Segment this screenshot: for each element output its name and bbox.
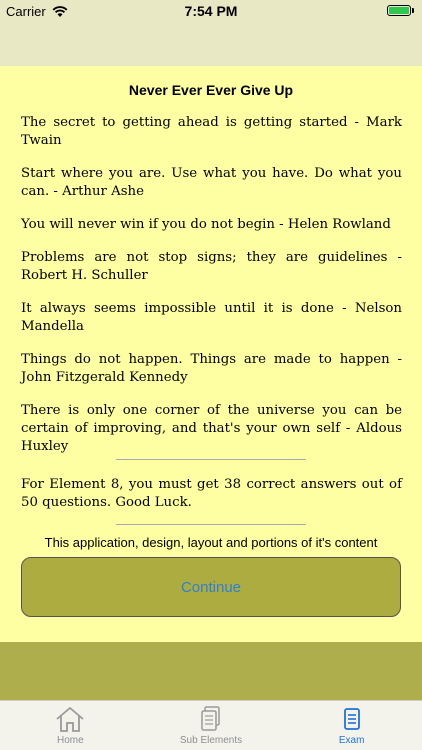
divider [116, 459, 306, 460]
footer-band [0, 642, 422, 700]
tab-label: Sub Elements [179, 735, 243, 746]
quote-item: The secret to getting ahead is getting s… [21, 115, 402, 148]
quote-item: There is only one corner of the universe… [21, 403, 402, 454]
tab-bar: Home Sub Elements Exam [0, 700, 422, 750]
documents-icon [201, 706, 220, 731]
page-title: Never Ever Ever Give Up [128, 82, 294, 98]
quote-item: You will never win if you do not begin -… [21, 217, 391, 232]
tab-label: Exam [338, 735, 365, 746]
divider [116, 524, 306, 525]
battery-icon [387, 5, 411, 16]
continue-button[interactable]: Continue [21, 557, 401, 617]
quote-item: Things do not happen. Things are made to… [21, 352, 402, 385]
navigation-bar [0, 26, 422, 66]
quote-item: Start where you are. Use what you have. … [21, 166, 402, 199]
element-requirement-text: For Element 8, you must get 38 correct a… [21, 477, 402, 510]
exam-icon [343, 708, 360, 730]
tab-home[interactable]: Home [0, 701, 141, 750]
copyright-text: This application, design, layout and por… [44, 535, 378, 550]
status-time: 7:54 PM [184, 3, 238, 19]
quote-list: The secret to getting ahead is getting s… [21, 114, 402, 471]
motivation-content[interactable]: Never Ever Ever Give Up The secret to ge… [0, 66, 422, 642]
home-icon [56, 706, 84, 732]
tab-sub-elements[interactable]: Sub Elements [141, 701, 282, 750]
quote-item: It always seems impossible until it is d… [21, 301, 402, 334]
continue-button-label: Continue [180, 578, 242, 596]
status-bar: Carrier 7:54 PM [0, 0, 422, 26]
quote-item: Problems are not stop signs; they are gu… [21, 250, 402, 283]
tab-exam[interactable]: Exam [281, 701, 422, 750]
tab-label: Home [56, 735, 84, 746]
